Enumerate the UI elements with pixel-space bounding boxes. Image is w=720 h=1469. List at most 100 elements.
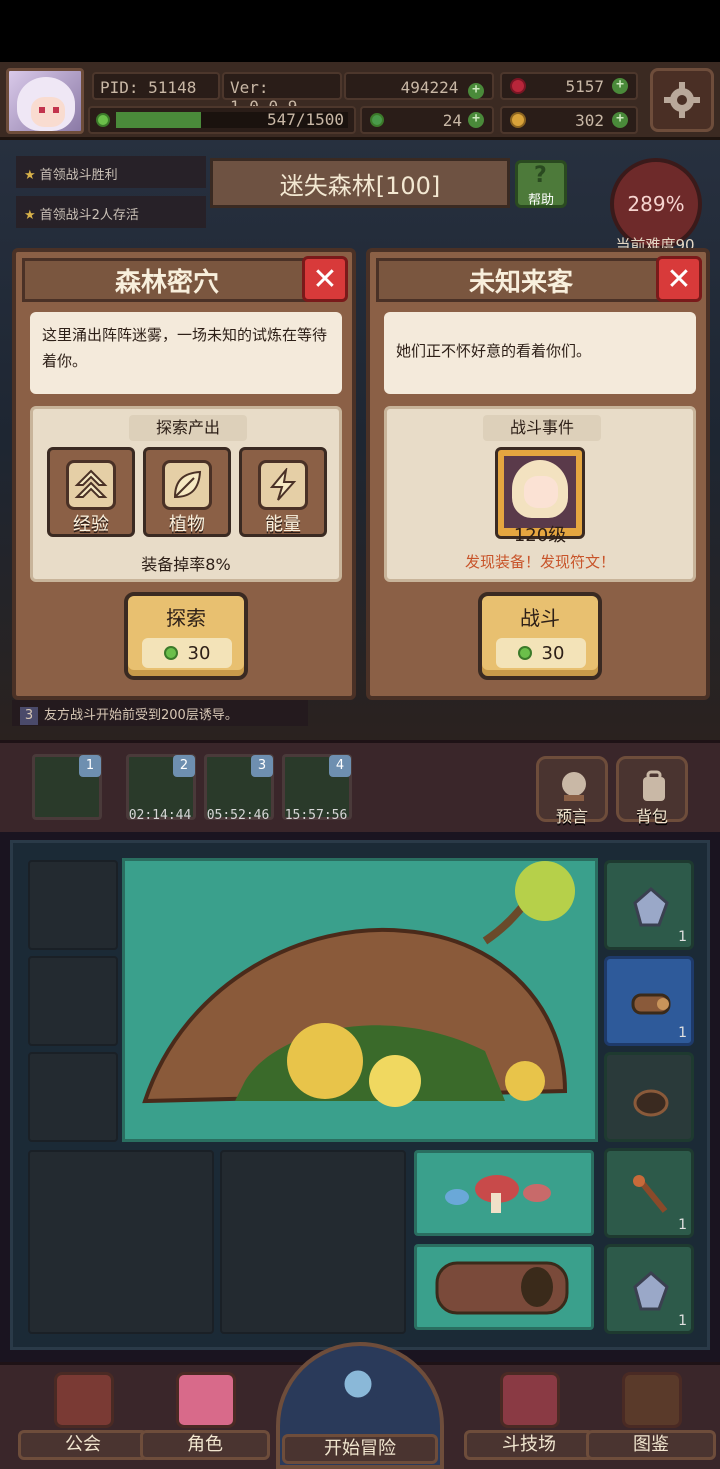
add-gold-icon[interactable]: + xyxy=(612,112,628,128)
event-note: 发现装备！发现符文！ xyxy=(464,553,615,571)
question-icon: ? xyxy=(534,163,547,188)
star-icon: ★ xyxy=(24,168,36,183)
ruby-counter[interactable]: 5157 + xyxy=(500,72,638,100)
inventory-slot[interactable]: 1 xyxy=(604,860,694,950)
battle-cost: 30 xyxy=(496,638,586,668)
inventory-slot[interactable]: 1 xyxy=(604,956,694,1046)
item-count: 1 xyxy=(678,1313,687,1329)
cauldron-icon xyxy=(633,1089,669,1117)
close-icon: ✕ xyxy=(312,261,338,297)
battle-button[interactable]: 战斗 30 xyxy=(478,592,602,680)
help-button[interactable]: ? 帮助 xyxy=(515,160,567,208)
reward-label: 能量 xyxy=(265,514,301,535)
settings-button[interactable] xyxy=(650,68,714,132)
item-count: 1 xyxy=(678,1025,687,1041)
nav-arena[interactable]: 斗技场 xyxy=(464,1372,594,1462)
help-label: 帮助 xyxy=(527,193,554,208)
inventory-slot[interactable]: 1 xyxy=(604,1244,694,1334)
add-clovers-icon[interactable]: + xyxy=(468,112,484,128)
reward-label: 植物 xyxy=(169,514,205,535)
clover-counter[interactable]: 24 + xyxy=(360,106,494,134)
empty-cell[interactable] xyxy=(28,956,118,1046)
hollow-log-tile[interactable] xyxy=(414,1244,594,1330)
nav-label: 斗技场 xyxy=(464,1430,594,1460)
hollow-log-illustration xyxy=(142,861,575,1107)
gold-count: 302 xyxy=(575,110,604,130)
prophecy-button[interactable]: 预言 xyxy=(536,756,608,826)
slot-timer: 05:52:46 xyxy=(206,808,270,823)
gear-icon xyxy=(664,82,700,118)
ruby-count: 5157 xyxy=(565,76,604,96)
drop-rate: 装备掉率8% xyxy=(141,555,231,574)
gold-icon xyxy=(510,112,526,128)
slot-number: 2 xyxy=(173,755,195,777)
locked-map-tile[interactable] xyxy=(28,1150,214,1334)
battle-event-section: 战斗事件 120级 发现装备！发现符文！ xyxy=(384,406,696,582)
slot-timer: 15:57:56 xyxy=(284,808,348,823)
forest-cave-tile[interactable] xyxy=(122,858,598,1142)
close-button[interactable]: ✕ xyxy=(302,256,348,302)
slot-number: 4 xyxy=(329,755,351,777)
leaf-icon xyxy=(162,460,212,510)
prophecy-label: 预言 xyxy=(555,807,588,826)
reward-plant[interactable]: 植物 xyxy=(143,447,231,537)
slot-number: 1 xyxy=(79,755,101,777)
energy-bar: 547/1500 xyxy=(88,106,356,134)
backpack-icon xyxy=(643,770,665,801)
nav-label: 公会 xyxy=(18,1430,148,1460)
explore-dialog: 森林密穴 ✕ 这里涌出阵阵迷雾，一场未知的试炼在等待着你。 探索产出 经验 植物… xyxy=(12,248,356,700)
nav-label: 角色 xyxy=(140,1430,270,1460)
quest-item: ★ 首领战斗胜利 xyxy=(16,156,206,188)
gem-counter[interactable]: 494224 + xyxy=(344,72,494,100)
buff-hint: 3 友方战斗开始前受到200层诱导。 xyxy=(12,700,308,726)
backpack-label: 背包 xyxy=(635,807,668,826)
mushroom-tile[interactable] xyxy=(414,1150,594,1236)
map-slot[interactable]: 1 xyxy=(32,754,102,820)
star-icon: ★ xyxy=(24,208,36,223)
status-bar xyxy=(0,0,720,62)
avatar[interactable] xyxy=(6,68,84,134)
clover-count: 24 xyxy=(442,110,462,130)
slot-timer: 02:14:44 xyxy=(128,808,192,823)
nav-character[interactable]: 角色 xyxy=(140,1372,270,1462)
locked-map-tile[interactable] xyxy=(220,1150,406,1334)
empty-cell[interactable] xyxy=(28,860,118,950)
section-title: 战斗事件 xyxy=(483,415,601,441)
dialog-description: 这里涌出阵阵迷雾，一场未知的试炼在等待着你。 xyxy=(30,312,342,394)
map-slot-bar xyxy=(0,740,720,832)
quest-label: 首领战斗胜利 xyxy=(39,168,118,183)
add-rubies-icon[interactable]: + xyxy=(612,78,628,94)
book-icon xyxy=(622,1372,682,1428)
dialog-description: 她们正不怀好意的看着你们。 xyxy=(384,312,696,394)
close-button[interactable]: ✕ xyxy=(656,256,702,302)
guild-hall-icon xyxy=(54,1372,114,1428)
crossed-swords-icon xyxy=(500,1372,560,1428)
explore-button[interactable]: 探索 30 xyxy=(124,592,248,680)
hint-text: 友方战斗开始前受到200层诱导。 xyxy=(44,708,238,723)
inventory-slot[interactable] xyxy=(604,1052,694,1142)
pid-box: PID: 51148 xyxy=(92,72,220,100)
inventory-slot[interactable]: 1 xyxy=(604,1148,694,1238)
add-gems-icon[interactable]: + xyxy=(468,83,484,99)
chevron-up-icon xyxy=(66,460,116,510)
energy-text: 547/1500 xyxy=(266,110,344,129)
mushroom-icon xyxy=(445,1175,551,1213)
hint-number: 3 xyxy=(20,707,38,725)
wood-log-icon xyxy=(631,993,671,1015)
gold-counter[interactable]: 302 + xyxy=(500,106,638,134)
reward-exp[interactable]: 经验 xyxy=(47,447,135,537)
item-count: 1 xyxy=(678,929,687,945)
reward-label: 经验 xyxy=(73,514,109,535)
reward-energy[interactable]: 能量 xyxy=(239,447,327,537)
nav-guild[interactable]: 公会 xyxy=(18,1372,148,1462)
pid-text: PID: 51148 xyxy=(100,78,197,97)
backpack-button[interactable]: 背包 xyxy=(616,756,688,826)
nav-codex[interactable]: 图鉴 xyxy=(586,1372,716,1462)
quest-item: ★ 首领战斗2人存活 xyxy=(16,196,206,228)
empty-cell[interactable] xyxy=(28,1052,118,1142)
ruby-icon xyxy=(510,78,526,94)
battle-button-label: 战斗 xyxy=(520,606,560,630)
energy-fill xyxy=(116,112,201,128)
dialog-title: 未知来客 xyxy=(376,258,666,302)
energy-track: 547/1500 xyxy=(116,110,348,129)
